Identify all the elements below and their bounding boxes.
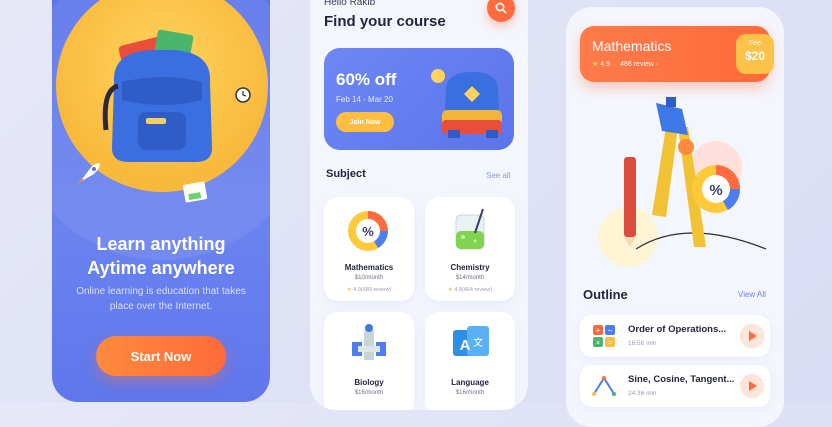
fee-label: Fee xyxy=(748,40,762,47)
onboarding-description: Online learning is education that takes … xyxy=(76,286,246,312)
fee-value: $20 xyxy=(744,49,766,63)
start-now-button[interactable]: Start Now xyxy=(96,336,226,376)
play-button[interactable] xyxy=(740,374,764,398)
course-card-mathematics[interactable]: % Mathematics $10/month ★ 4.9(689 review… xyxy=(324,197,414,301)
trigonometry-icon xyxy=(592,376,616,396)
promo-dates: Feb 14 - Mar 20 xyxy=(336,95,393,104)
rating-text: 4.9(689 review) xyxy=(353,287,392,293)
pie-chart-icon: % xyxy=(348,211,388,251)
compass-illustration: % xyxy=(598,97,767,267)
fee-badge: Fee $20 xyxy=(736,34,774,74)
math-operations-icon: + − × = xyxy=(593,325,615,347)
join-now-button[interactable]: Join Now xyxy=(336,112,394,132)
course-price: $16/month xyxy=(455,390,485,396)
course-card-chemistry[interactable]: Chemistry $14/month ★ 4.8(464 review) xyxy=(425,197,515,301)
rating-text: 4.8(464 review) xyxy=(454,287,493,293)
course-detail-screen: Mathematics ★ 4.9 · 486 review › Fee $20… xyxy=(566,7,784,427)
svg-text:文: 文 xyxy=(473,336,483,349)
course-price: $14/month xyxy=(455,275,485,281)
course-card-language[interactable]: A 文 Language $16/month xyxy=(425,312,515,410)
chevron-right-icon: › xyxy=(655,61,659,68)
greeting: Hello Rakib xyxy=(324,0,376,8)
play-icon xyxy=(748,381,757,391)
svg-text:=: = xyxy=(608,340,612,347)
page-title: Find your course xyxy=(324,13,446,30)
headline-line-1: Learn anything xyxy=(96,234,226,254)
svg-text:+: + xyxy=(596,326,601,335)
star-icon: ★ xyxy=(447,287,453,293)
lesson-duration: 16:56 min xyxy=(628,340,657,347)
course-title: Mathematics xyxy=(592,38,672,54)
onboarding-screen: Learn anything Aytime anywhere Online le… xyxy=(52,0,270,402)
rocket-icon xyxy=(78,163,100,184)
course-price: $16/month xyxy=(354,390,384,396)
svg-text:−: − xyxy=(608,326,613,335)
svg-text:×: × xyxy=(596,340,600,347)
backpack-illustration xyxy=(102,29,212,163)
course-rating: ★ 4.8(464 review) xyxy=(425,287,515,293)
course-name: Biology xyxy=(354,378,384,387)
search-button[interactable] xyxy=(487,0,515,22)
outline-heading: Outline xyxy=(583,287,628,302)
course-price: $10/month xyxy=(354,275,384,281)
svg-text:A: A xyxy=(460,337,471,354)
alarm-clock-icon xyxy=(235,87,251,103)
star-icon: ★ xyxy=(346,287,352,293)
translate-icon: A 文 xyxy=(453,326,489,356)
onboarding-headline: Learn anything Aytime anywhere xyxy=(52,232,270,280)
backpack-illustration xyxy=(431,69,502,138)
search-icon xyxy=(495,2,507,14)
course-name: Language xyxy=(451,378,489,387)
lesson-title: Order of Operations... xyxy=(628,324,727,335)
home-screen: Hello Rakib Find your course 60% off Feb… xyxy=(310,0,528,410)
star-icon: ★ xyxy=(592,61,599,68)
svg-text:%: % xyxy=(362,224,374,239)
promo-banner[interactable]: 60% off Feb 14 - Mar 20 Join Now xyxy=(324,48,514,150)
play-icon xyxy=(748,331,757,341)
play-button[interactable] xyxy=(740,324,764,348)
lesson-row[interactable]: + − × = Order of Operations... 16:56 min xyxy=(580,315,770,357)
microscope-icon xyxy=(352,324,386,360)
course-meta: ★ 4.9 · 486 review › xyxy=(592,61,659,68)
course-rating: ★ 4.9(689 review) xyxy=(324,287,414,293)
lesson-duration: 24:36 min xyxy=(628,390,657,397)
course-card-biology[interactable]: Biology $16/month xyxy=(324,312,414,410)
course-name: Mathematics xyxy=(344,263,394,272)
course-header: Mathematics ★ 4.9 · 486 review › Fee $20 xyxy=(580,26,774,82)
book-icon xyxy=(182,181,208,203)
course-rating: 4.9 xyxy=(600,61,610,68)
course-name: Chemistry xyxy=(450,263,490,272)
review-count[interactable]: 486 review xyxy=(620,61,654,68)
view-all-link[interactable]: View All xyxy=(738,290,766,299)
headline-line-2: Aytime anywhere xyxy=(87,258,235,278)
lesson-title: Sine, Cosine, Tangent... xyxy=(628,374,735,385)
lesson-row[interactable]: Sine, Cosine, Tangent... 24:36 min xyxy=(580,365,770,407)
beaker-icon xyxy=(455,208,485,250)
promo-discount: 60% off xyxy=(336,70,397,89)
see-all-link[interactable]: See all xyxy=(486,171,510,180)
svg-text:%: % xyxy=(709,182,722,199)
subject-heading: Subject xyxy=(326,168,366,180)
